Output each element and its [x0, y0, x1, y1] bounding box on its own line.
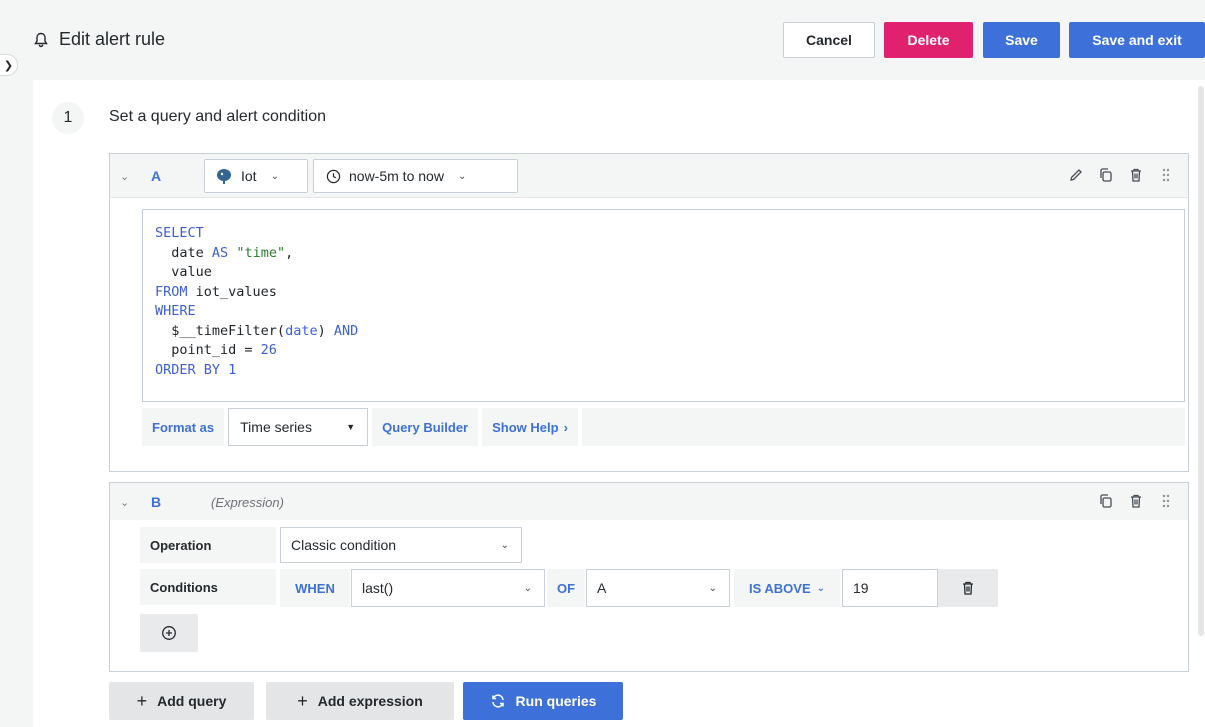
run-queries-label: Run queries — [515, 693, 597, 709]
plus-icon: + — [136, 690, 148, 711]
chevron-down-icon: ⌄ — [457, 170, 467, 182]
format-as-label: Format as — [142, 408, 225, 446]
pencil-icon[interactable] — [1068, 167, 1084, 183]
sql-text: iot_values — [195, 283, 277, 300]
trash-icon[interactable] — [1128, 167, 1144, 183]
header-bar: Edit alert rule Cancel Delete Save Save … — [0, 0, 1205, 80]
plus-icon: + — [297, 690, 308, 711]
add-expression-button[interactable]: + Add expression — [266, 682, 454, 720]
query-letter[interactable]: A — [151, 168, 161, 184]
chevron-down-icon: ⌄ — [708, 582, 717, 594]
options-filler — [581, 408, 1185, 446]
sql-keyword: ORDER BY — [155, 361, 221, 378]
sql-text: value — [171, 264, 212, 280]
scrollbar[interactable] — [1198, 86, 1204, 636]
operation-value: Classic condition — [291, 537, 397, 553]
sql-string: "time" — [236, 244, 286, 261]
when-keyword: WHEN — [280, 569, 350, 607]
datasource-name: Iot — [241, 168, 257, 184]
trash-icon[interactable] — [1128, 493, 1144, 509]
add-expression-label: Add expression — [317, 693, 423, 709]
show-help-label: Show Help — [492, 419, 559, 435]
conditions-label: Conditions — [140, 569, 276, 605]
duplicate-icon[interactable] — [1098, 167, 1114, 183]
sql-function: $__timeFilter( — [171, 322, 286, 339]
collapse-chevron-icon[interactable]: ⌄ — [120, 496, 129, 509]
reducer-value: last() — [362, 580, 394, 596]
add-condition-button[interactable] — [140, 614, 198, 652]
save-button[interactable]: Save — [983, 22, 1060, 58]
show-help-button[interactable]: Show Help › — [482, 408, 578, 446]
sql-keyword: AS — [211, 244, 229, 261]
expression-b-card: ⌄ B (Expression) Operation Classic condi… — [109, 482, 1189, 672]
query-a-header: ⌄ A Iot ⌄ now-5m to now ⌄ — [110, 154, 1188, 198]
bell-icon — [34, 32, 48, 47]
operation-select[interactable]: Classic condition ⌄ — [280, 527, 522, 563]
sql-param: date — [285, 322, 318, 339]
evaluator-value: IS ABOVE — [748, 580, 811, 596]
duplicate-icon[interactable] — [1098, 493, 1114, 509]
sql-keyword: FROM — [155, 283, 188, 300]
cancel-button[interactable]: Cancel — [783, 22, 875, 58]
query-a-actions — [1068, 167, 1174, 183]
sql-text: point_id = — [171, 342, 261, 358]
chevron-down-icon: ⌄ — [816, 582, 826, 594]
sql-number: 26 — [260, 342, 277, 358]
query-builder-button[interactable]: Query Builder — [372, 408, 479, 446]
reducer-select[interactable]: last() ⌄ — [351, 569, 545, 607]
add-query-button[interactable]: + Add query — [109, 682, 254, 720]
collapse-chevron-icon[interactable]: ⌄ — [120, 170, 129, 183]
caret-down-icon: ▼ — [346, 422, 356, 432]
expression-b-actions — [1098, 493, 1174, 509]
time-range-picker[interactable]: now-5m to now ⌄ — [313, 159, 518, 193]
sql-text: date — [171, 244, 204, 261]
of-keyword: OF — [547, 569, 585, 607]
chevron-down-icon: ⌄ — [500, 539, 509, 551]
query-options-row: Format as Time series ▼ Query Builder Sh… — [142, 408, 1185, 446]
run-queries-button[interactable]: Run queries — [463, 682, 623, 720]
postgresql-icon — [217, 169, 231, 184]
chevron-down-icon: ⌄ — [270, 170, 279, 182]
format-select-value: Time series — [240, 419, 312, 435]
save-and-exit-button[interactable]: Save and exit — [1069, 22, 1205, 58]
sql-keyword: AND — [333, 322, 359, 339]
drag-handle-icon[interactable] — [1158, 167, 1174, 183]
plus-circle-icon — [162, 626, 176, 640]
chevron-right-icon: ❯ — [3, 59, 14, 72]
sql-number: 1 — [228, 361, 237, 378]
of-query-select[interactable]: A ⌄ — [586, 569, 730, 607]
time-range-value: now-5m to now — [349, 168, 444, 184]
of-query-value: A — [597, 580, 607, 596]
threshold-input[interactable]: 19 — [842, 569, 938, 607]
chevron-right-icon: › — [563, 419, 568, 435]
remove-condition-button[interactable] — [938, 569, 998, 607]
sync-icon — [491, 694, 504, 708]
expression-b-header: ⌄ B (Expression) — [110, 483, 1188, 520]
sql-text: ) — [317, 322, 326, 339]
drag-handle-icon[interactable] — [1158, 493, 1174, 509]
sql-editor[interactable]: SELECT date AS "time", value FROM iot_va… — [142, 209, 1185, 402]
sql-keyword: WHERE — [155, 303, 196, 319]
query-a-card: ⌄ A Iot ⌄ now-5m to now ⌄ SELECT date AS… — [109, 153, 1189, 472]
chevron-down-icon: ⌄ — [523, 582, 532, 594]
page-title: Edit alert rule — [59, 29, 166, 49]
add-query-label: Add query — [157, 693, 227, 709]
query-letter[interactable]: B — [151, 494, 161, 510]
page-title-group: Edit alert rule — [33, 29, 165, 50]
datasource-picker[interactable]: Iot ⌄ — [204, 159, 308, 193]
expression-tag: (Expression) — [211, 495, 284, 510]
sql-keyword: SELECT — [155, 225, 204, 241]
clock-icon — [326, 169, 341, 183]
format-select[interactable]: Time series ▼ — [228, 408, 369, 446]
operation-label: Operation — [140, 527, 276, 563]
delete-button[interactable]: Delete — [884, 22, 973, 58]
step-title: Set a query and alert condition — [109, 108, 327, 125]
evaluator-select[interactable]: IS ABOVE ⌄ — [734, 569, 840, 607]
step-number: 1 — [52, 102, 84, 134]
threshold-value: 19 — [853, 580, 869, 596]
trash-icon — [963, 581, 973, 595]
